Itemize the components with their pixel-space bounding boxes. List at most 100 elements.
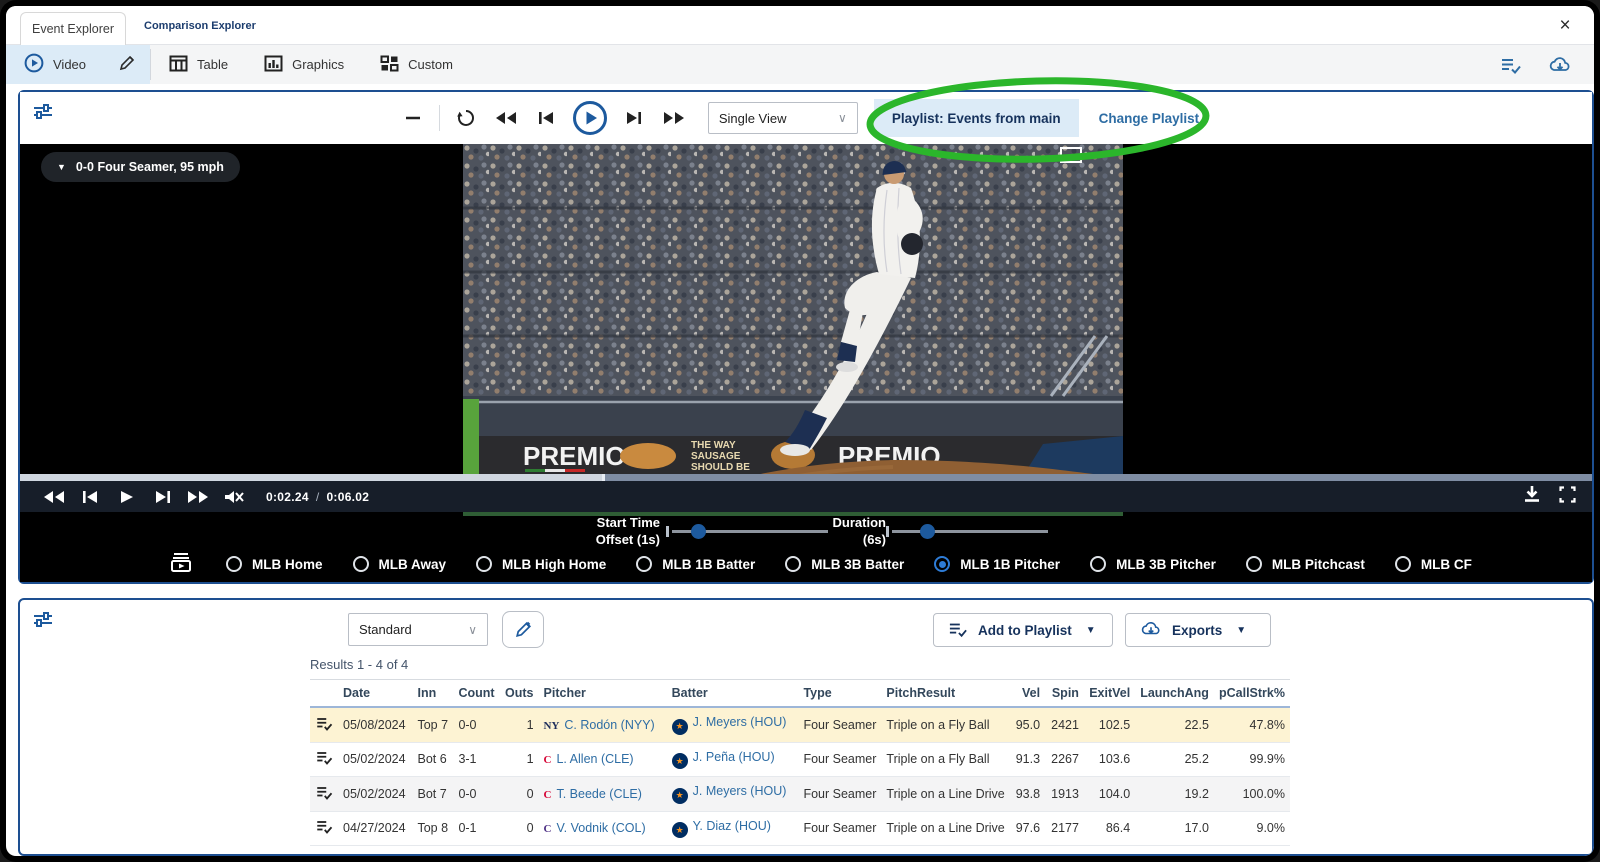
- radio-icon[interactable]: [1090, 556, 1106, 572]
- playlist-check-icon[interactable]: [1500, 55, 1522, 75]
- table-mode-button[interactable]: Table: [151, 45, 246, 84]
- edit-report-button[interactable]: [502, 611, 544, 648]
- camera-angle-mlb-3b-pitcher[interactable]: MLB 3B Pitcher: [1090, 556, 1216, 572]
- video-previous-button[interactable]: [72, 484, 108, 510]
- batter-link[interactable]: J. Peña (HOU): [693, 750, 775, 764]
- video-progress-bar[interactable]: [20, 474, 1592, 481]
- pencil-icon: [118, 54, 136, 75]
- fast-forward-button[interactable]: [654, 100, 694, 136]
- result-row[interactable]: 05/02/2024Bot 63-11CL. Allen (CLE)★J. Pe…: [310, 742, 1290, 777]
- table-icon: [169, 55, 188, 75]
- radio-icon[interactable]: [353, 556, 369, 572]
- view-mode-select[interactable]: Single View ∨: [708, 102, 858, 134]
- previous-event-button[interactable]: [526, 100, 566, 136]
- video-current-time: 0:02.24: [266, 490, 309, 504]
- result-row[interactable]: 05/08/2024Top 70-01NYC. Rodón (NYY)★J. M…: [310, 707, 1290, 742]
- team-logo-hou: ★: [672, 788, 688, 804]
- column-header-exitvel[interactable]: ExitVel: [1084, 680, 1135, 707]
- camera-angle-mlb-pitchcast[interactable]: MLB Pitchcast: [1246, 556, 1365, 572]
- close-icon[interactable]: ×: [1554, 14, 1576, 36]
- caret-down-icon: ▼: [1086, 625, 1096, 636]
- column-header-pitchresult[interactable]: PitchResult: [881, 680, 1009, 707]
- results-settings-icon[interactable]: [32, 610, 54, 630]
- tab-event-explorer[interactable]: Event Explorer: [20, 12, 126, 45]
- row-playlist-check-icon[interactable]: [315, 716, 333, 730]
- camera-angle-mlb-1b-pitcher[interactable]: MLB 1B Pitcher: [934, 556, 1060, 572]
- add-to-playlist-button[interactable]: Add to Playlist ▼: [933, 613, 1113, 647]
- next-event-button[interactable]: [614, 100, 654, 136]
- video-source-icon: [170, 551, 192, 578]
- custom-mode-button[interactable]: Custom: [362, 45, 471, 84]
- start-time-offset-slider[interactable]: [672, 530, 828, 533]
- radio-icon[interactable]: [934, 556, 950, 572]
- row-playlist-check-icon[interactable]: [315, 750, 333, 764]
- camera-angle-mlb-1b-batter[interactable]: MLB 1B Batter: [636, 556, 755, 572]
- batter-link[interactable]: Y. Diaz (HOU): [693, 819, 771, 833]
- caret-down-icon: ▼: [1236, 625, 1246, 636]
- column-header-outs[interactable]: Outs: [500, 680, 538, 707]
- batter-link[interactable]: J. Meyers (HOU): [693, 715, 787, 729]
- video-download-icon[interactable]: [1523, 485, 1541, 508]
- video-mode-button[interactable]: Video: [6, 45, 104, 84]
- pitcher-link[interactable]: T. Beede (CLE): [556, 787, 641, 801]
- row-playlist-check-icon[interactable]: [315, 819, 333, 833]
- radio-icon[interactable]: [1246, 556, 1262, 572]
- mute-icon[interactable]: [216, 484, 252, 510]
- column-header-pitcher[interactable]: Pitcher: [539, 680, 667, 707]
- camera-angle-mlb-3b-batter[interactable]: MLB 3B Batter: [785, 556, 904, 572]
- report-select[interactable]: Standard ∨: [348, 613, 488, 646]
- column-header-inn[interactable]: Inn: [412, 680, 453, 707]
- radio-icon[interactable]: [1395, 556, 1411, 572]
- fullscreen-icon[interactable]: [1559, 486, 1576, 508]
- column-header-pcallstrk%[interactable]: pCallStrk%: [1214, 680, 1290, 707]
- video-fast-forward-button[interactable]: [180, 484, 216, 510]
- result-row[interactable]: 04/27/2024Top 80-10CV. Vodnik (COL)★Y. D…: [310, 811, 1290, 846]
- change-playlist-button[interactable]: Change Playlist: [1079, 99, 1220, 137]
- exports-button[interactable]: Exports ▼: [1125, 613, 1271, 647]
- column-header-batter[interactable]: Batter: [667, 680, 799, 707]
- column-header-launchang[interactable]: LaunchAng: [1135, 680, 1214, 707]
- video-frame[interactable]: PREMIO THE WAY SAUSAGE SHOULD BE PREMIO: [463, 144, 1123, 516]
- pitcher-link[interactable]: L. Allen (CLE): [556, 752, 633, 766]
- column-header-type[interactable]: Type: [798, 680, 881, 707]
- start-time-offset-thumb[interactable]: [691, 524, 706, 539]
- camera-angle-options: MLB Home MLB Away MLB High Home MLB 1B Batt…: [226, 556, 1472, 572]
- duration-slider[interactable]: [892, 530, 1048, 533]
- column-header-count[interactable]: Count: [453, 680, 500, 707]
- camera-angle-mlb-home[interactable]: MLB Home: [226, 556, 323, 572]
- rewind-button[interactable]: [486, 100, 526, 136]
- camera-angle-mlb-cf[interactable]: MLB CF: [1395, 556, 1472, 572]
- column-header-date[interactable]: Date: [338, 680, 412, 707]
- collapse-button[interactable]: [393, 100, 433, 136]
- pitch-info-pill[interactable]: ▼ 0-0 Four Seamer, 95 mph: [41, 152, 240, 182]
- row-playlist-check-icon[interactable]: [315, 785, 333, 799]
- pitcher-link[interactable]: V. Vodnik (COL): [556, 821, 645, 835]
- replay-icon[interactable]: [446, 100, 486, 136]
- video-time-separator: /: [316, 490, 320, 504]
- camera-angle-mlb-high-home[interactable]: MLB High Home: [476, 556, 606, 572]
- camera-angle-mlb-away[interactable]: MLB Away: [353, 556, 447, 572]
- video-progress-head[interactable]: [602, 474, 605, 481]
- radio-icon[interactable]: [226, 556, 242, 572]
- graphics-mode-button[interactable]: Graphics: [246, 45, 362, 84]
- player-controls: Single View ∨ Playlist: Events from main…: [20, 92, 1592, 144]
- tab-comparison-explorer[interactable]: Comparison Explorer: [144, 20, 256, 32]
- video-next-button[interactable]: [144, 484, 180, 510]
- camera-angle-label: MLB 3B Batter: [811, 557, 904, 572]
- radio-icon[interactable]: [636, 556, 652, 572]
- panel-settings-icon[interactable]: [32, 102, 54, 122]
- picture-in-picture-icon[interactable]: [1060, 147, 1082, 168]
- column-header-vel[interactable]: Vel: [1010, 680, 1045, 707]
- cloud-download-icon[interactable]: [1548, 55, 1570, 75]
- duration-thumb[interactable]: [920, 524, 935, 539]
- edit-view-button[interactable]: [104, 45, 150, 84]
- radio-icon[interactable]: [476, 556, 492, 572]
- column-header-spin[interactable]: Spin: [1045, 680, 1084, 707]
- batter-link[interactable]: J. Meyers (HOU): [693, 784, 787, 798]
- video-play-button[interactable]: [108, 484, 144, 510]
- pitcher-link[interactable]: C. Rodón (NYY): [564, 718, 654, 732]
- play-button[interactable]: [566, 100, 614, 136]
- radio-icon[interactable]: [785, 556, 801, 572]
- video-rewind-button[interactable]: [36, 484, 72, 510]
- result-row[interactable]: 05/02/2024Bot 70-00CT. Beede (CLE)★J. Me…: [310, 777, 1290, 812]
